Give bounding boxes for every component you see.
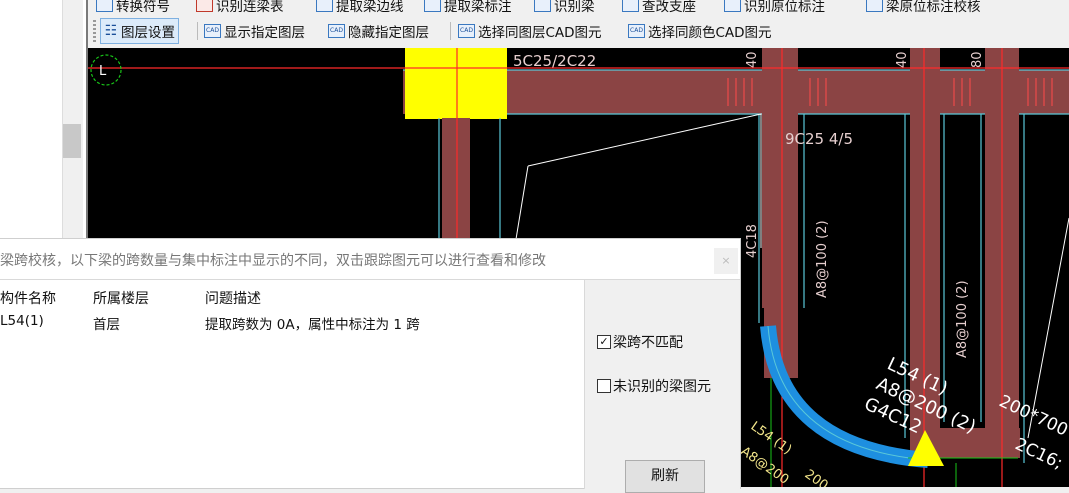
- refresh-button[interactable]: 刷新: [625, 460, 705, 493]
- support-icon: [622, 0, 639, 12]
- beam-span-check-dialog: 梁跨校核，以下梁的跨数量与集中标注中显示的不同，双击跟踪图元可以进行查看和修改 …: [0, 238, 741, 493]
- convert-icon: [96, 0, 113, 12]
- left-scrollbar-thumb[interactable]: [63, 124, 81, 158]
- annotation-mid[interactable]: 9C25 4/5: [785, 130, 853, 148]
- toolbar-grip[interactable]: [93, 20, 96, 42]
- edge-icon: [316, 0, 333, 12]
- check-icon: [866, 0, 883, 12]
- tb-recognize-beam-table[interactable]: 识别连梁表: [196, 0, 284, 14]
- select-same-color-button[interactable]: CAD 选择同颜色CAD图元: [628, 18, 772, 44]
- filter-panel: ✓ 梁跨不匹配 未识别的梁图元 刷新: [585, 279, 740, 493]
- column-header-desc[interactable]: 问题描述: [205, 288, 261, 308]
- table-icon: [196, 0, 213, 12]
- annotation-40-b[interactable]: 40: [895, 51, 910, 68]
- select-color-icon: CAD: [628, 24, 645, 38]
- checkbox-checked-icon[interactable]: ✓: [597, 335, 611, 349]
- checkbox-unchecked-icon[interactable]: [597, 379, 611, 393]
- annotation-top[interactable]: 5C25/2C22: [513, 52, 596, 70]
- toolbar-separator: [450, 22, 451, 40]
- tb-inplace-check[interactable]: 梁原位标注校核: [866, 0, 981, 14]
- annotation-a8-1[interactable]: A8@100 (2): [815, 220, 830, 298]
- tb-extract-beam-edge[interactable]: 提取梁边线: [316, 0, 404, 14]
- annotation-40-a[interactable]: 40: [745, 51, 760, 68]
- cell-desc[interactable]: 提取跨数为 0A，属性中标注为 1 跨: [205, 313, 420, 333]
- layer-settings-button[interactable]: ☷ 图层设置: [100, 18, 179, 44]
- toolbar-separator: [197, 22, 198, 40]
- annotation-4c18[interactable]: 4C18: [745, 224, 760, 258]
- tb-extract-beam-label[interactable]: 提取梁标注: [424, 0, 512, 14]
- hide-layer-button[interactable]: CAD 隐藏指定图层: [328, 18, 429, 44]
- show-layer-button[interactable]: CAD 显示指定图层: [204, 18, 305, 44]
- dialog-title: 梁跨校核，以下梁的跨数量与集中标注中显示的不同，双击跟踪图元可以进行查看和修改: [0, 253, 546, 269]
- column-header-floor[interactable]: 所属楼层: [93, 288, 149, 308]
- close-icon[interactable]: ×: [714, 248, 738, 274]
- span-mismatch-checkbox[interactable]: ✓ 梁跨不匹配: [597, 332, 683, 352]
- canvas-corner-label: L: [99, 64, 107, 79]
- dialog-titlebar[interactable]: 梁跨校核，以下梁的跨数量与集中标注中显示的不同，双击跟踪图元可以进行查看和修改 …: [0, 239, 740, 279]
- column-header-name[interactable]: 构件名称: [0, 288, 56, 308]
- annotation-a8-2[interactable]: A8@100 (2): [955, 280, 970, 358]
- hide-layer-icon: CAD: [328, 24, 345, 38]
- select-same-layer-button[interactable]: CAD 选择同图层CAD图元: [458, 18, 602, 44]
- column-yellow[interactable]: [405, 48, 507, 119]
- layer-settings-icon: ☷: [104, 23, 118, 39]
- beam-icon: [534, 0, 551, 12]
- select-layer-icon: CAD: [458, 24, 475, 38]
- show-layer-icon: CAD: [204, 24, 221, 38]
- beam-label-2c16[interactable]: 2C16;: [1012, 434, 1066, 473]
- cell-floor[interactable]: 首层: [93, 313, 120, 333]
- tb-convert-symbol[interactable]: 转换符号: [96, 0, 170, 14]
- inplace-icon: [724, 0, 741, 12]
- arc-label-200[interactable]: 200: [802, 467, 831, 487]
- cell-name[interactable]: L54(1): [0, 313, 44, 329]
- annotation-80[interactable]: 80: [970, 51, 985, 68]
- issue-table: 构件名称 所属楼层 问题描述 L54(1) 首层 提取跨数为 0A，属性中标注为…: [0, 279, 585, 489]
- label-icon: [424, 0, 441, 12]
- tb-recognize-inplace[interactable]: 识别原位标注: [724, 0, 825, 14]
- tb-recognize-beam[interactable]: 识别梁: [534, 0, 595, 14]
- unrecognized-beam-checkbox[interactable]: 未识别的梁图元: [597, 376, 711, 396]
- toolbar-layers: ☷ 图层设置 CAD 显示指定图层 CAD 隐藏指定图层 CAD 选择同图层CA…: [88, 14, 1069, 49]
- tb-check-support[interactable]: 查改支座: [622, 0, 696, 14]
- toolbar-top: 转换符号 识别连梁表 提取梁边线 提取梁标注 识别梁 查改支座 识别原位标注 梁…: [88, 0, 1069, 14]
